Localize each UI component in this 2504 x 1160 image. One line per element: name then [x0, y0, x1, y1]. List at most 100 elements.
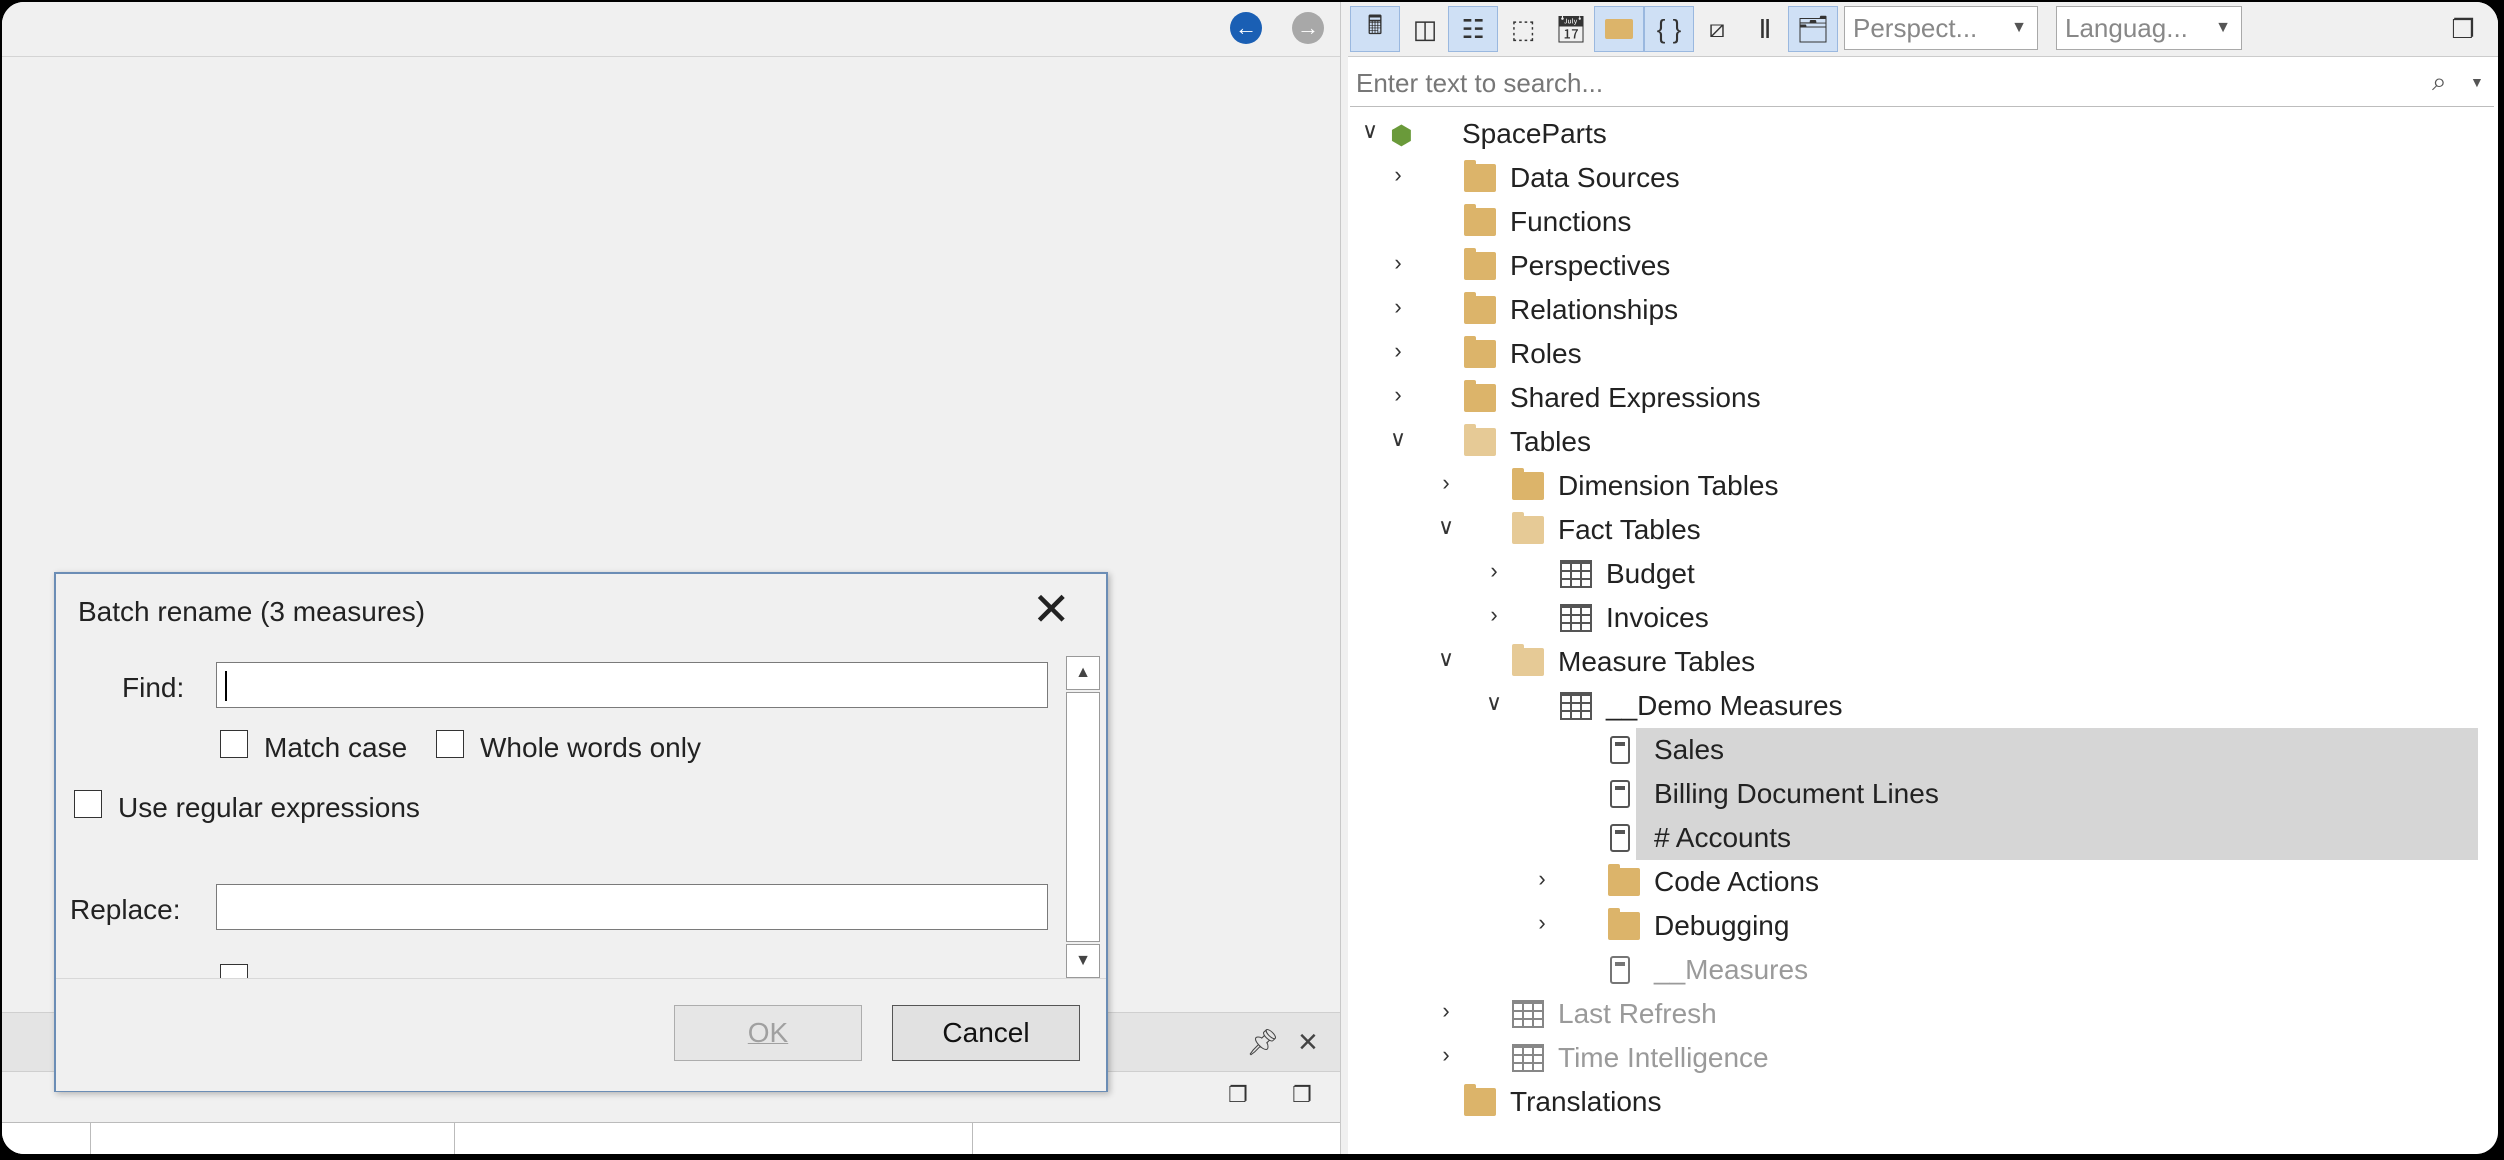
tree-item-time-intelligence[interactable]: › Time Intelligence [1348, 1036, 2498, 1080]
chevron-down-icon: ▼ [2011, 19, 2027, 36]
grid-column-divider[interactable] [972, 1123, 973, 1154]
table-icon [1560, 604, 1592, 632]
chevron-right-icon[interactable]: › [1386, 294, 1410, 320]
chevron-right-icon[interactable]: › [1386, 162, 1410, 188]
tree-item-roles[interactable]: › Roles [1348, 332, 2498, 376]
show-partitions-icon[interactable]: ⬚ [1498, 6, 1548, 52]
tree-item-last-refresh[interactable]: › Last Refresh [1348, 992, 2498, 1036]
tree-item-translations[interactable]: Translations [1348, 1080, 2498, 1124]
tree-item-sales[interactable]: Sales [1348, 728, 2498, 772]
tree-item-accounts[interactable]: # Accounts [1348, 816, 2498, 860]
chevron-right-icon[interactable]: › [1482, 602, 1506, 628]
tree-item-label: Time Intelligence [1558, 1042, 1769, 1073]
tree-item-tables[interactable]: ∨ Tables [1348, 420, 2498, 464]
chevron-right-icon[interactable]: › [1434, 470, 1458, 496]
chevron-right-icon[interactable]: › [1434, 1042, 1458, 1068]
find-label: Find: [122, 672, 185, 703]
tree-item-billing-document-lines[interactable]: Billing Document Lines [1348, 772, 2498, 816]
tree-item-label: Shared Expressions [1510, 382, 1761, 413]
chevron-right-icon[interactable]: › [1386, 338, 1410, 364]
restore-window-icon-2[interactable]: ❐ [1292, 1082, 1322, 1110]
find-input[interactable] [216, 662, 1048, 708]
close-icon[interactable]: × [1298, 1023, 1318, 1062]
tree-item-demo-measures[interactable]: ∨ __Demo Measures [1348, 684, 2498, 728]
tree-item-budget[interactable]: › Budget [1348, 552, 2498, 596]
tree-item-shared-expressions[interactable]: › Shared Expressions [1348, 376, 2498, 420]
use-regex-checkbox[interactable] [74, 790, 102, 818]
chevron-right-icon[interactable]: › [1482, 558, 1506, 584]
tree-item-code-actions[interactable]: › Code Actions [1348, 860, 2498, 904]
tree-item-measure-tables[interactable]: ∨ Measure Tables [1348, 640, 2498, 684]
selection-highlight [1636, 728, 2478, 772]
partially-hidden-checkbox[interactable] [220, 964, 248, 978]
bottom-grid-header [2, 1122, 1340, 1154]
search-box[interactable]: Enter text to search... ⌕ ▼ [1350, 60, 2494, 107]
tree-item-data-sources[interactable]: › Data Sources [1348, 156, 2498, 200]
dialog-body: Find: Match case Whole words only Use re… [56, 656, 1106, 978]
pin-icon[interactable]: 📌︎ [1246, 1027, 1279, 1058]
show-measures-icon[interactable]: 🖩︎ [1350, 6, 1400, 52]
tree-item-invoices[interactable]: › Invoices [1348, 596, 2498, 640]
show-display-folders-icon[interactable]: Ⅱ [1740, 6, 1790, 52]
tree-item-debugging[interactable]: › Debugging [1348, 904, 2498, 948]
cancel-button[interactable]: Cancel [892, 1005, 1080, 1061]
chevron-right-icon[interactable]: › [1386, 250, 1410, 276]
chevron-right-icon[interactable]: › [1386, 382, 1410, 408]
tree-item-label: Invoices [1606, 602, 1709, 633]
replace-input[interactable] [216, 884, 1048, 930]
whole-words-checkbox[interactable] [436, 730, 464, 758]
language-select[interactable]: Languag... ▼ [2056, 6, 2242, 50]
chevron-down-icon[interactable]: ∨ [1358, 118, 1382, 144]
show-folders-icon[interactable] [1594, 6, 1644, 52]
chevron-right-icon[interactable]: › [1530, 910, 1554, 936]
tree-item-label: Dimension Tables [1558, 470, 1779, 501]
tree-item-perspectives[interactable]: › Perspectives [1348, 244, 2498, 288]
show-hidden-icon[interactable]: ⧄ [1692, 6, 1742, 52]
tree-item-label: Functions [1510, 206, 1632, 237]
tree-item-dimension-tables[interactable]: › Dimension Tables [1348, 464, 2498, 508]
restore-window-icon[interactable]: ❐ [2438, 6, 2488, 52]
chevron-down-icon[interactable]: ∨ [1434, 646, 1458, 672]
scroll-down-icon[interactable]: ▼ [1066, 944, 1100, 978]
calculator-icon [1610, 736, 1630, 764]
tree-item-root[interactable]: ∨ ⬢ SpaceParts [1348, 112, 2498, 156]
perspective-select[interactable]: Perspect... ▼ [1844, 6, 2038, 50]
tree-item-relationships[interactable]: › Relationships [1348, 288, 2498, 332]
tree-item-functions[interactable]: Functions [1348, 200, 2498, 244]
folder-icon [1464, 292, 1496, 324]
chevron-right-icon[interactable]: › [1434, 998, 1458, 1024]
tree-item-label: Perspectives [1510, 250, 1671, 281]
search-placeholder: Enter text to search... [1356, 68, 1604, 98]
table-group-icon [1512, 644, 1544, 676]
dialog-close-icon[interactable]: ✕ [1032, 586, 1071, 632]
dialog-scrollbar[interactable]: ▲ ▼ [1066, 656, 1100, 978]
chevron-right-icon[interactable]: › [1530, 866, 1554, 892]
ok-button[interactable]: OK [674, 1005, 862, 1061]
restore-window-icon[interactable]: ❐ [1228, 1082, 1258, 1110]
show-expressions-icon[interactable]: { } [1644, 6, 1694, 52]
scroll-up-icon[interactable]: ▲ [1066, 656, 1100, 690]
show-calendar-icon[interactable]: 📅︎ [1546, 6, 1596, 52]
measure-table-icon [1560, 692, 1592, 720]
show-hierarchies-icon[interactable]: ☷ [1448, 6, 1498, 52]
tree-item-fact-tables[interactable]: ∨ Fact Tables [1348, 508, 2498, 552]
match-case-checkbox[interactable] [220, 730, 248, 758]
grid-column-divider[interactable] [454, 1123, 455, 1154]
show-table-groups-icon[interactable]: 🗂︎ [1788, 6, 1838, 52]
show-columns-icon[interactable]: ◫ [1400, 6, 1450, 52]
tree-item-measures-hidden[interactable]: __Measures [1348, 948, 2498, 992]
grid-column-divider[interactable] [90, 1123, 91, 1154]
scroll-thumb[interactable] [1066, 692, 1100, 942]
tree-item-label: Fact Tables [1558, 514, 1701, 545]
forward-arrow-icon[interactable]: → [1292, 12, 1324, 44]
chevron-down-icon[interactable]: ∨ [1482, 690, 1506, 716]
tree-item-label: Measure Tables [1558, 646, 1756, 677]
folder-icon [1608, 908, 1640, 940]
tree-item-label: Roles [1510, 338, 1582, 369]
chevron-down-icon[interactable]: ∨ [1434, 514, 1458, 540]
search-icon[interactable]: ⌕ [2432, 66, 2447, 98]
chevron-down-icon[interactable]: ∨ [1386, 426, 1410, 452]
folder-icon [1608, 864, 1640, 896]
back-arrow-icon[interactable]: ← [1230, 12, 1262, 44]
chevron-down-icon[interactable]: ▼ [2470, 74, 2484, 90]
